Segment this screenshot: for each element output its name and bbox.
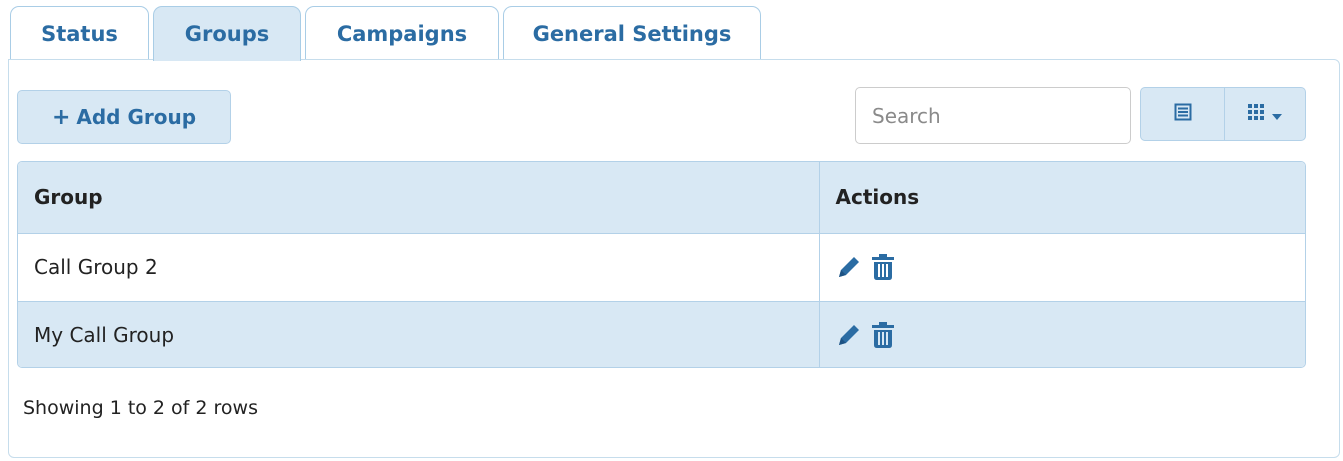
view-button-group: [1140, 87, 1306, 141]
tab-campaigns[interactable]: Campaigns: [305, 6, 499, 60]
table-row: Call Group 2: [18, 232, 1305, 301]
pencil-icon[interactable]: [836, 254, 862, 280]
column-header-actions: Actions: [818, 162, 1305, 233]
table-row: My Call Group: [18, 300, 1305, 367]
group-name-cell: Call Group 2: [18, 232, 819, 301]
tab-status[interactable]: Status: [10, 6, 149, 60]
add-group-label: Add Group: [76, 105, 197, 129]
actions-cell: [818, 300, 1305, 367]
pencil-icon[interactable]: [836, 322, 862, 348]
list-view-icon: [1174, 103, 1192, 125]
column-header-group[interactable]: Group: [18, 162, 819, 233]
groups-table: Group Actions Call Group 2 My Call Group: [17, 161, 1306, 368]
tab-bar: Status Groups Campaigns General Settings: [10, 6, 765, 61]
trash-icon[interactable]: [871, 254, 894, 280]
pagination-info: Showing 1 to 2 of 2 rows: [23, 397, 258, 419]
group-name-cell: My Call Group: [18, 300, 819, 367]
actions-cell: [818, 232, 1305, 301]
trash-icon[interactable]: [871, 322, 894, 349]
tab-general-settings[interactable]: General Settings: [503, 6, 761, 60]
groups-panel: + Add Group Search Group Actions Call Gr…: [8, 59, 1340, 458]
caret-down-icon: [1272, 105, 1282, 124]
columns-grid-icon: [1248, 104, 1266, 124]
tab-groups[interactable]: Groups: [153, 6, 301, 61]
toggle-view-button[interactable]: [1140, 87, 1225, 141]
search-input[interactable]: [855, 87, 1131, 144]
add-group-button[interactable]: + Add Group: [17, 90, 231, 144]
columns-dropdown-button[interactable]: [1225, 87, 1306, 141]
plus-icon: +: [51, 104, 71, 130]
